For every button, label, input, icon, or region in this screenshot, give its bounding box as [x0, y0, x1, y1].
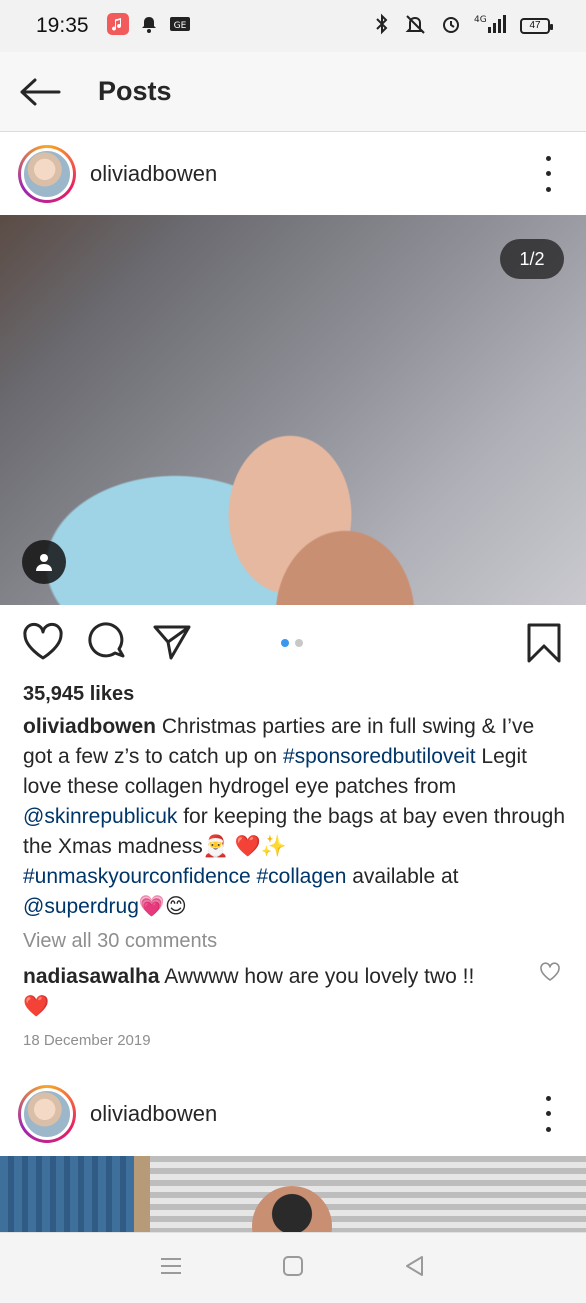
- triangle-back-icon: [406, 1255, 423, 1276]
- person-icon: [36, 554, 52, 571]
- hashtag-link[interactable]: #sponsoredbutiloveit: [283, 745, 476, 768]
- comment-button[interactable]: [88, 622, 128, 667]
- send-icon: [153, 625, 191, 660]
- sim-icon: GE: [169, 15, 191, 38]
- like-button[interactable]: [22, 622, 64, 667]
- hashtag-link[interactable]: #collagen: [256, 865, 346, 888]
- heart-icon: [23, 622, 63, 660]
- post-actions: [0, 612, 586, 674]
- post-image[interactable]: [0, 1156, 586, 1232]
- view-all-comments-link[interactable]: View all 30 comments: [23, 930, 217, 953]
- signal-icon: 4G: [474, 13, 508, 40]
- comment-text: Awwww how are you lovely two !!: [159, 965, 475, 988]
- image-region: [0, 1156, 134, 1232]
- post-header: oliviadbowen: [0, 132, 586, 215]
- image-counter-badge: 1/2: [500, 239, 564, 279]
- dot: [545, 1126, 551, 1132]
- save-button[interactable]: [524, 622, 564, 669]
- status-time: 19:35: [36, 14, 89, 37]
- battery-icon: 47: [520, 18, 553, 34]
- post-image[interactable]: 1/2: [0, 215, 586, 605]
- page-title: Posts: [98, 76, 172, 106]
- alarm-icon: [440, 13, 462, 40]
- svg-text:GE: GE: [173, 21, 186, 31]
- share-button[interactable]: [152, 622, 192, 667]
- back-nav-button[interactable]: [404, 1255, 426, 1282]
- mute-icon: [404, 13, 428, 40]
- menu-button[interactable]: [160, 1256, 182, 1281]
- home-button[interactable]: [282, 1255, 304, 1282]
- carousel-dot-active: [281, 639, 289, 647]
- mention-link[interactable]: @skinrepublicuk: [23, 805, 177, 828]
- post-username[interactable]: oliviadbowen: [90, 161, 217, 187]
- carousel-dot: [295, 639, 303, 647]
- system-nav-bar: [0, 1232, 586, 1303]
- music-app-icon: [106, 12, 129, 40]
- dot: [545, 171, 551, 176]
- dot: [545, 1111, 551, 1116]
- post-username[interactable]: oliviadbowen: [90, 1101, 217, 1127]
- svg-text:4G: 4G: [474, 15, 487, 25]
- square-icon: [283, 1255, 303, 1276]
- more-options-button[interactable]: [538, 1095, 558, 1132]
- image-region: [252, 1186, 332, 1232]
- comment-emoji: ❤️: [23, 995, 50, 1018]
- bookmark-icon: [527, 623, 561, 663]
- post-header: oliviadbowen: [0, 1072, 586, 1155]
- comment-username[interactable]: nadiasawalha: [23, 965, 160, 988]
- caption-text: available at: [346, 865, 459, 888]
- heart-outline-icon: [540, 962, 560, 981]
- like-count[interactable]: 35,945 likes: [23, 683, 134, 706]
- avatar[interactable]: [18, 1084, 76, 1143]
- post-caption: oliviadbowen Christmas parties are in fu…: [23, 712, 568, 922]
- dot: [545, 186, 551, 192]
- carousel-indicator: [281, 639, 303, 647]
- image-region: [134, 1156, 150, 1232]
- back-button[interactable]: [0, 52, 80, 132]
- app-header: Posts: [0, 52, 586, 132]
- caption-username[interactable]: oliviadbowen: [23, 715, 156, 738]
- menu-icon: [161, 1257, 181, 1274]
- tagged-users-button[interactable]: [22, 540, 66, 584]
- comment-icon: [88, 622, 125, 658]
- dot: [545, 155, 551, 161]
- notification-icon: [139, 14, 159, 39]
- arrow-left-icon: [20, 78, 61, 105]
- caption-emoji: 💗😊: [138, 895, 187, 918]
- comment-like-button[interactable]: [539, 962, 561, 987]
- avatar[interactable]: [18, 144, 76, 203]
- caption-emoji: 🎅 ❤️✨: [202, 835, 288, 858]
- hashtag-link[interactable]: #unmaskyourconfidence: [23, 865, 251, 888]
- status-bar: 19:35 GE 4G 47: [0, 0, 586, 52]
- mention-link[interactable]: @superdrug: [23, 895, 139, 918]
- status-icons-right: 4G 47: [372, 13, 553, 40]
- top-comment: nadiasawalha Awwww how are you lovely tw…: [23, 962, 523, 1022]
- bluetooth-icon: [372, 13, 392, 40]
- post-date: 18 December 2019: [23, 1032, 151, 1049]
- dot: [545, 1095, 551, 1101]
- more-options-button[interactable]: [538, 155, 558, 192]
